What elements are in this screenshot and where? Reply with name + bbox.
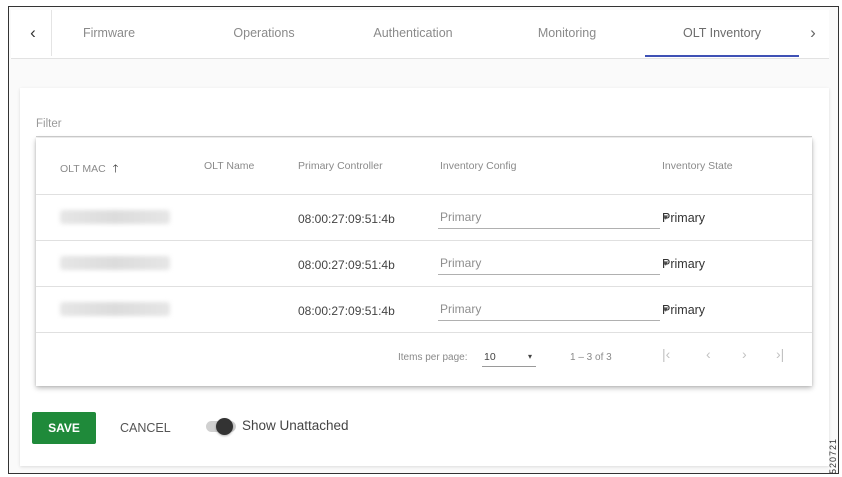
items-per-page-select[interactable]: 10 ▾ [482, 346, 536, 367]
column-header-olt-name[interactable]: OLT Name [204, 160, 254, 172]
pagination-range: 1 – 3 of 3 [570, 352, 612, 363]
first-page-icon[interactable]: |‹ [662, 346, 670, 362]
row-divider [36, 332, 812, 333]
inventory-state-cell: Primary [662, 211, 706, 225]
inventory-card: Filter OLT MAC 🡑 OLT Name Primary Contro… [20, 88, 829, 466]
olt-mac-cell-redacted [60, 302, 170, 316]
tab-monitoring[interactable]: Monitoring [517, 10, 617, 56]
column-header-inventory-config[interactable]: Inventory Config [440, 160, 516, 172]
tab-firmware[interactable]: Firmware [55, 10, 163, 56]
column-header-primary-controller[interactable]: Primary Controller [298, 160, 383, 172]
show-unattached-toggle[interactable] [202, 418, 238, 435]
inventory-config-value: Primary [440, 210, 482, 224]
arrow-up-icon: 🡑 [112, 163, 119, 175]
inventory-config-select[interactable]: Primary ▾ [438, 298, 668, 321]
tab-olt-inventory[interactable]: OLT Inventory [645, 10, 799, 56]
items-per-page-value: 10 [484, 351, 496, 363]
olt-mac-cell-redacted [60, 256, 170, 270]
inventory-config-select[interactable]: Primary ▾ [438, 206, 668, 229]
column-header-olt-mac-label: OLT MAC [60, 163, 106, 175]
save-button[interactable]: SAVE [32, 412, 96, 444]
figure-id: 520721 [828, 437, 838, 474]
chevron-right-icon[interactable]: › [795, 10, 831, 56]
last-page-icon[interactable]: ›| [776, 346, 784, 362]
next-page-icon[interactable]: › [742, 346, 747, 362]
row-divider [36, 286, 812, 287]
inventory-state-cell: Primary [662, 303, 706, 317]
row-divider [36, 240, 812, 241]
cancel-button[interactable]: CANCEL [120, 412, 171, 444]
tab-authentication[interactable]: Authentication [353, 10, 473, 56]
olt-inventory-table: OLT MAC 🡑 OLT Name Primary Controller In… [36, 138, 812, 386]
active-tab-indicator [645, 55, 799, 57]
show-unattached-label: Show Unattached [242, 418, 349, 433]
previous-page-icon[interactable]: ‹ [706, 346, 711, 362]
inventory-config-value: Primary [440, 256, 482, 270]
tab-operations[interactable]: Operations [209, 10, 319, 56]
column-header-inventory-state[interactable]: Inventory State [662, 160, 733, 172]
inventory-state-cell: Primary [662, 257, 706, 271]
primary-controller-cell: 08:00:27:09:51:4b [298, 212, 395, 226]
olt-mac-cell-redacted [60, 210, 170, 224]
row-divider [36, 194, 812, 195]
column-header-olt-mac[interactable]: OLT MAC 🡑 [60, 160, 118, 179]
inventory-config-value: Primary [440, 302, 482, 316]
chevron-left-icon[interactable]: ‹ [15, 10, 52, 56]
dropdown-arrow-icon: ▾ [527, 352, 532, 361]
inventory-config-select[interactable]: Primary ▾ [438, 252, 668, 275]
tab-bar: ‹ Firmware Operations Authentication Mon… [11, 10, 829, 59]
filter-label: Filter [36, 118, 62, 130]
primary-controller-cell: 08:00:27:09:51:4b [298, 258, 395, 272]
filter-input[interactable] [36, 136, 812, 137]
toggle-thumb [216, 418, 233, 435]
primary-controller-cell: 08:00:27:09:51:4b [298, 304, 395, 318]
items-per-page-label: Items per page: [398, 352, 468, 363]
